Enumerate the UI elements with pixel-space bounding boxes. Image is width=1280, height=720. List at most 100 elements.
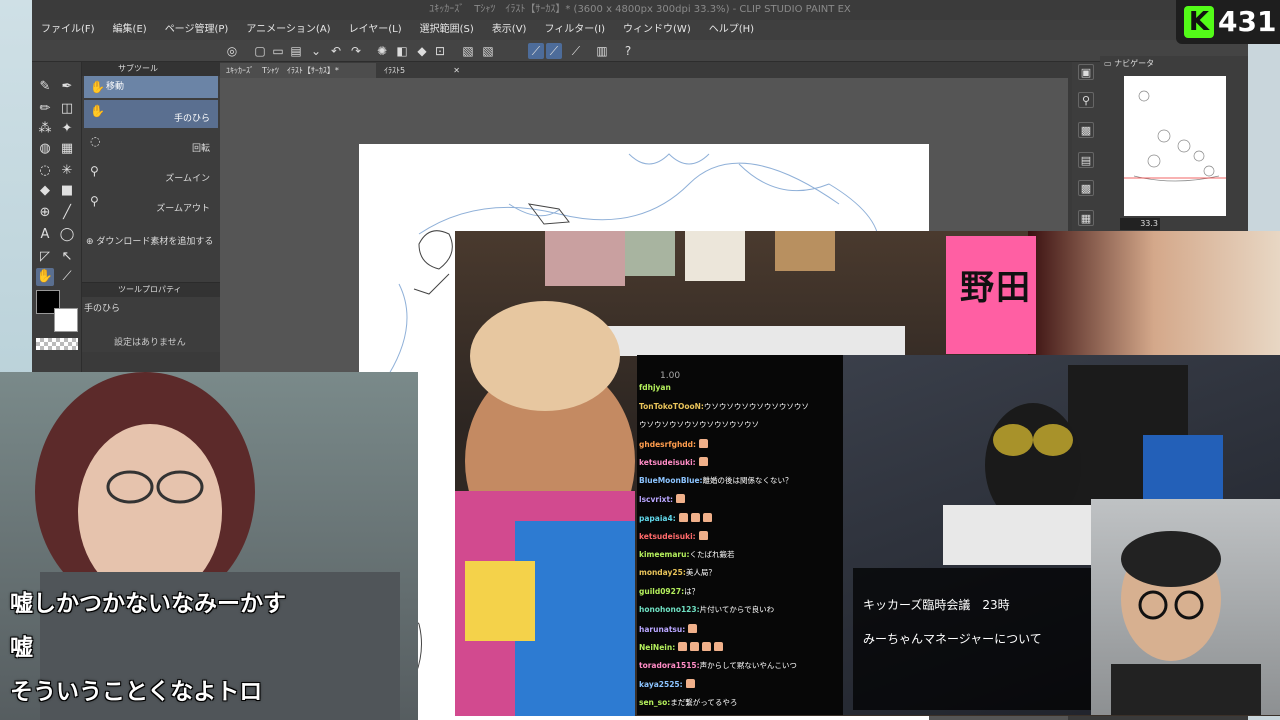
transparent-color-swatch[interactable]: [36, 338, 78, 350]
frame-icon[interactable]: ◸: [36, 248, 54, 266]
hand-tool-icon[interactable]: ✋: [36, 268, 54, 286]
add-download-material-button[interactable]: ⊕ ダウンロード素材を追加する: [86, 234, 213, 247]
subtool-zoom-in[interactable]: ⚲ ズームイン: [84, 160, 218, 188]
operation-icon[interactable]: ↖: [58, 248, 76, 266]
navigator-thumbnail[interactable]: [1124, 76, 1226, 216]
chat-username: papaia4:: [639, 513, 676, 523]
menu-item[interactable]: ファイル(F): [32, 20, 104, 40]
history-icon[interactable]: ▤: [1078, 152, 1094, 168]
add-material-label: ダウンロード素材を追加する: [96, 237, 214, 247]
pencil-icon[interactable]: ✏: [36, 100, 54, 118]
menu-item[interactable]: 表示(V): [483, 20, 536, 40]
tab-illust5[interactable]: ｲﾗｽﾄ5 ✕: [378, 63, 464, 78]
open-folder-icon[interactable]: ▭: [270, 43, 286, 59]
hand-icon: ✋: [90, 104, 105, 118]
gradient-icon[interactable]: ■: [58, 182, 76, 200]
subtool-label: ズームアウト: [156, 204, 210, 214]
chat-username: sen_so:: [639, 697, 671, 707]
auto-action-icon[interactable]: ▩: [1078, 180, 1094, 196]
subtool-hand[interactable]: ✋ 手のひら: [84, 100, 218, 128]
hand-emote-icon: [702, 512, 712, 522]
search-icon[interactable]: ⚲: [1078, 92, 1094, 108]
chat-text: 声からして黙ないやんこいつ: [699, 660, 797, 670]
webcam-inset-faces: [1028, 231, 1280, 355]
meeting-line-1: キッカーズ臨時会議 23時: [863, 598, 1010, 612]
chat-username: BlueMoonBlue:: [639, 475, 703, 485]
brush-icon[interactable]: ✒: [58, 78, 76, 96]
item-bank-icon[interactable]: ▦: [1078, 210, 1094, 226]
subtool-rotate[interactable]: ◌ 回転: [84, 130, 218, 158]
menu-item[interactable]: レイヤー(L): [340, 20, 411, 40]
tab-label: ﾕｷｯｶｰｽﾞ Tｼｬﾂ ｲﾗｽﾄ【ｻｰｶｽ】*: [226, 66, 339, 75]
zoom-value[interactable]: 33.3: [1120, 218, 1160, 230]
balloon-icon[interactable]: ◯: [58, 226, 76, 244]
chat-message: sen_so:まだ繋がってるやろ: [639, 698, 843, 708]
magic-wand-icon[interactable]: ✳: [58, 162, 76, 180]
text-icon[interactable]: A: [36, 226, 54, 244]
subtitle-line-2: 嘘: [10, 635, 33, 661]
chat-text: ウソウソウソウソウソウソウソ: [703, 401, 809, 411]
thumbnail-sketch: [1124, 90, 1226, 182]
sparkle-icon[interactable]: ✦: [58, 120, 76, 138]
fill-icon[interactable]: ◆: [414, 43, 430, 59]
eyedropper-icon[interactable]: ⟋: [58, 268, 76, 286]
menu-item[interactable]: ページ管理(P): [156, 20, 238, 40]
grid-icon[interactable]: ▦: [58, 140, 76, 158]
navigator-tab[interactable]: ▭ ナビゲータ: [1104, 58, 1154, 69]
redo-icon[interactable]: ↷: [348, 43, 364, 59]
sub-color-swatch[interactable]: [54, 308, 78, 332]
viewer-count-badge: K 431: [1176, 0, 1280, 44]
transform-icon[interactable]: ⊡: [432, 43, 448, 59]
menu-item[interactable]: フィルター(I): [535, 20, 614, 40]
layer-icon[interactable]: ▣: [1078, 64, 1094, 80]
help-icon[interactable]: ?: [620, 43, 636, 59]
close-icon[interactable]: ✕: [453, 63, 460, 78]
app-icon[interactable]: ◎: [224, 43, 240, 59]
chat-username: harunatsu:: [639, 624, 686, 634]
undo-icon[interactable]: ↶: [328, 43, 344, 59]
chat-text: 美人局？: [685, 568, 716, 577]
subtool-panel-tab[interactable]: サブツール: [82, 62, 220, 76]
subtool-zoom-out[interactable]: ⚲ ズームアウト: [84, 190, 218, 218]
chat-message: toradora1515:声からして黙ないやんこいつ: [639, 661, 843, 671]
hide-selection-icon[interactable]: ▧: [460, 43, 476, 59]
menu-item[interactable]: 編集(E): [104, 20, 156, 40]
chat-counter: 1.00: [660, 371, 681, 381]
layer-move-icon[interactable]: ⊕: [36, 204, 54, 222]
subtool-move[interactable]: ✋ 移動: [84, 76, 218, 98]
line-icon[interactable]: ╱: [58, 204, 76, 222]
snap-grid-icon[interactable]: ⟋: [568, 43, 584, 59]
hand-emote-icon: [690, 512, 700, 522]
menu-item[interactable]: ヘルプ(H): [700, 20, 763, 40]
blend-icon[interactable]: ◍: [36, 140, 54, 158]
clear-icon[interactable]: ◧: [394, 43, 410, 59]
menu-item[interactable]: アニメーション(A): [237, 20, 339, 40]
fill-bucket-icon[interactable]: ◆: [36, 182, 54, 200]
chat-username: kimeemaru:: [639, 549, 690, 559]
tab-tshirt-illustration[interactable]: ﾕｷｯｶｰｽﾞ Tｼｬﾂ ｲﾗｽﾄ【ｻｰｶｽ】*: [220, 63, 376, 78]
decoration-icon[interactable]: ⁂: [36, 120, 54, 138]
crop-icon[interactable]: ▧: [480, 43, 496, 59]
menu-item[interactable]: ウィンドウ(W): [614, 20, 700, 40]
chat-username: honohono123:: [639, 605, 700, 614]
lasso-icon[interactable]: ◌: [36, 162, 54, 180]
eraser-icon[interactable]: ◫: [58, 100, 76, 118]
menu-item[interactable]: 選択範囲(S): [411, 20, 483, 40]
snap-ruler-icon[interactable]: ⟋: [528, 43, 544, 59]
tool-property-empty: 設定はありません: [114, 338, 186, 348]
chat-message: guild0927:は？: [639, 587, 843, 597]
save-icon[interactable]: ▤: [288, 43, 304, 59]
clipboard-icon[interactable]: ▥: [594, 43, 610, 59]
chat-text: 離婚の後は関係なくない？: [702, 475, 793, 485]
material-icon[interactable]: ▩: [1078, 122, 1094, 138]
tool-property-tab[interactable]: ツールプロパティ: [82, 283, 220, 297]
pen-icon[interactable]: ✎: [36, 78, 54, 96]
chat-message: NeiNein:: [639, 642, 843, 653]
loading-icon[interactable]: ✺: [374, 43, 390, 59]
new-file-icon[interactable]: ▢: [252, 43, 268, 59]
subtitle-line-3: そういうことくなよトロ: [10, 679, 263, 705]
chat-message: kimeemaru:くたばれ鍛若: [639, 550, 843, 560]
chat-text: ウソウソウソウソウソウソウソウソ: [639, 420, 759, 429]
save-menu-icon[interactable]: ⌄: [308, 43, 324, 59]
snap-special-ruler-icon[interactable]: ⟋: [546, 43, 562, 59]
